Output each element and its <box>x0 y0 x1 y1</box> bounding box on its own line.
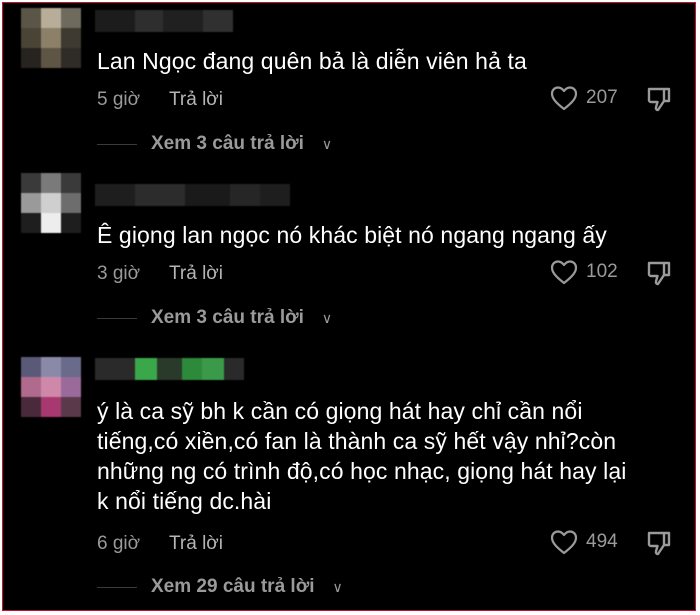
reply-button[interactable]: Trả lời <box>169 533 223 555</box>
view-replies-button[interactable]: Xem 29 câu trả lời ∨ <box>97 576 343 598</box>
heart-outline-icon <box>550 260 578 285</box>
comment-time: 5 giờ <box>97 89 141 110</box>
comment-meta: 5 giờ Trả lời <box>97 89 223 111</box>
chevron-down-icon: ∨ <box>321 309 333 326</box>
heart-outline-icon <box>550 86 578 111</box>
like-count: 102 <box>586 261 618 282</box>
view-replies-button[interactable]: Xem 3 câu trả lời ∨ <box>97 307 332 329</box>
screenshot-frame: Lan Ngọc đang quên bả là diễn viên hả ta… <box>2 2 696 611</box>
comment-text: Lan Ngọc đang quên bả là diễn viên hả ta <box>97 48 527 74</box>
reply-button[interactable]: Trả lời <box>169 263 223 285</box>
chevron-down-icon: ∨ <box>332 578 343 595</box>
like-button[interactable]: 102 <box>550 259 618 285</box>
divider <box>97 586 137 588</box>
comment-time: 6 giờ <box>97 533 141 554</box>
comment-text: Ê giọng lan ngọc nó khác biệt nó ngang n… <box>97 222 607 248</box>
comment-list: Lan Ngọc đang quên bả là diễn viên hả ta… <box>5 5 693 608</box>
comment-meta: 6 giờ Trả lời <box>97 533 223 555</box>
username-blurred[interactable] <box>95 358 244 380</box>
view-replies-label: Xem 3 câu trả lời <box>151 307 304 328</box>
view-replies-label: Xem 3 câu trả lời <box>151 133 304 154</box>
comment-time: 3 giờ <box>97 263 141 284</box>
thumbs-down-icon[interactable] <box>645 529 673 557</box>
like-count: 494 <box>586 531 618 552</box>
avatar[interactable] <box>21 173 81 233</box>
comment-text-line: ý là ca sỹ bh k cần có giọng hát hay chỉ… <box>97 398 583 424</box>
divider <box>97 143 137 145</box>
like-button[interactable]: 207 <box>550 85 618 111</box>
comment-text-line: những ng có trình độ,có học nhạc, giọng … <box>97 458 627 484</box>
like-count: 207 <box>586 87 618 108</box>
thumbs-down-icon[interactable] <box>645 85 673 113</box>
comment-text: ý là ca sỹ bh k cần có giọng hát hay chỉ… <box>97 396 687 516</box>
view-replies-button[interactable]: Xem 3 câu trả lời ∨ <box>97 133 332 155</box>
reply-button[interactable]: Trả lời <box>169 89 223 111</box>
comment-text-line: tiếng,có xiền,có fan là thành ca sỹ hết … <box>97 428 617 454</box>
divider <box>97 317 137 319</box>
like-button[interactable]: 494 <box>550 529 618 555</box>
chevron-down-icon: ∨ <box>321 135 333 152</box>
comment-text-line: k nổi tiếng dc.hài <box>97 488 272 514</box>
heart-outline-icon <box>550 530 578 555</box>
comment-meta: 3 giờ Trả lời <box>97 263 223 285</box>
username-blurred[interactable] <box>95 10 233 32</box>
username-blurred[interactable] <box>95 184 290 206</box>
view-replies-label: Xem 29 câu trả lời <box>151 576 315 597</box>
thumbs-down-icon[interactable] <box>645 259 673 287</box>
avatar[interactable] <box>21 8 81 68</box>
avatar[interactable] <box>21 357 81 417</box>
